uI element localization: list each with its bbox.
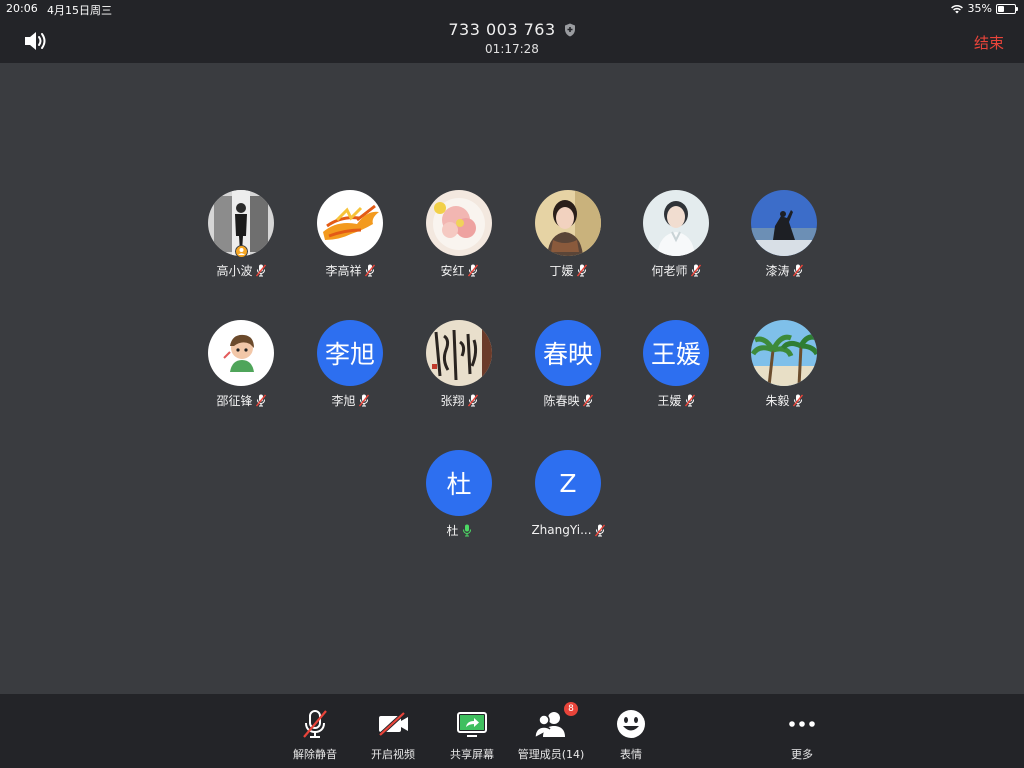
- more-button[interactable]: 更多: [757, 694, 847, 768]
- participant-tile[interactable]: 李高祥: [295, 190, 405, 290]
- mic-muted-icon: [792, 394, 803, 407]
- participant-name: 张翔: [440, 393, 465, 408]
- participant-tile[interactable]: 丁媛: [513, 190, 623, 290]
- share-screen-button[interactable]: 共享屏幕: [427, 694, 517, 768]
- participant-name-row: 安红: [404, 261, 514, 279]
- participant-tile[interactable]: 漆涛: [729, 190, 839, 290]
- reactions-button[interactable]: 表情: [586, 694, 676, 768]
- mic-on-icon: [462, 524, 471, 537]
- participant-name: 李旭: [331, 393, 356, 408]
- participant-name-row: 王媛: [621, 391, 731, 409]
- participant-name: 高小波: [216, 263, 253, 278]
- emoji-icon: [617, 710, 645, 738]
- participant-name: 安红: [440, 263, 465, 278]
- avatar-initial: 李旭: [324, 340, 375, 369]
- participant-avatar: [643, 190, 709, 256]
- participant-name-row: 丁媛: [513, 261, 623, 279]
- avatar-initial: 春映: [542, 340, 593, 369]
- participant-tile[interactable]: Z ZhangYi...: [513, 450, 623, 550]
- host-icon: [235, 245, 248, 258]
- participant-name-row: 张翔: [404, 391, 514, 409]
- mic-muted-icon: [467, 264, 478, 277]
- participant-name: 丁媛: [549, 263, 574, 278]
- members-badge: 8: [564, 702, 578, 716]
- participant-name: 邵征锋: [216, 393, 253, 408]
- participant-name: 陈春映: [543, 393, 580, 408]
- participant-avatar: 春映: [535, 320, 601, 386]
- share-screen-label: 共享屏幕: [450, 748, 494, 761]
- participant-name: 漆涛: [765, 263, 790, 278]
- participant-avatar: [751, 320, 817, 386]
- mic-muted-icon: [576, 264, 587, 277]
- start-video-label: 开启视频: [371, 748, 415, 761]
- start-video-button[interactable]: 开启视频: [348, 694, 438, 768]
- participant-name: 何老师: [651, 263, 688, 278]
- members-icon: [534, 712, 565, 738]
- participant-name-row: 高小波: [186, 261, 296, 279]
- participant-avatar: [208, 320, 274, 386]
- participant-avatar: [751, 190, 817, 256]
- participant-name-row: 漆涛: [729, 261, 839, 279]
- mic-muted-icon: [364, 264, 375, 277]
- participant-tile[interactable]: 杜杜: [404, 450, 514, 550]
- mic-muted-icon: [594, 524, 605, 537]
- bottom-toolbar: 解除静音 开启视频 共享屏幕 8 管理成员(14) 表情 更多: [0, 694, 1024, 768]
- mic-muted-icon: [358, 394, 369, 407]
- participant-avatar: [535, 190, 601, 256]
- participant-name-row: ZhangYi...: [513, 521, 623, 539]
- avatar-initial: Z: [559, 468, 577, 498]
- participant-name: 杜: [446, 523, 459, 538]
- participant-avatar: 李旭: [317, 320, 383, 386]
- unmute-label: 解除静音: [293, 748, 337, 761]
- participant-tile[interactable]: 安红: [404, 190, 514, 290]
- more-dots-icon: [789, 721, 815, 727]
- participant-avatar: [426, 320, 492, 386]
- participant-name-row: 陈春映: [513, 391, 623, 409]
- more-label: 更多: [791, 748, 813, 761]
- participant-avatar: [426, 190, 492, 256]
- participant-tile[interactable]: 王媛 王媛: [621, 320, 731, 420]
- participant-name: 李高祥: [325, 263, 362, 278]
- mic-muted-icon: [690, 264, 701, 277]
- participant-tile[interactable]: 朱毅: [729, 320, 839, 420]
- mic-muted-icon: [684, 394, 695, 407]
- avatar-initial: 王媛: [650, 340, 701, 369]
- participant-tile[interactable]: 春映 陈春映: [513, 320, 623, 420]
- participant-tile[interactable]: 张翔: [404, 320, 514, 420]
- avatar-initial: 杜: [446, 470, 472, 499]
- participant-name-row: 邵征锋: [186, 391, 296, 409]
- participant-tile[interactable]: 邵征锋: [186, 320, 296, 420]
- mic-muted-icon: [467, 394, 478, 407]
- mic-muted-icon: [582, 394, 593, 407]
- mic-muted-icon: [255, 264, 266, 277]
- share-screen-icon: [457, 712, 487, 737]
- unmute-button[interactable]: 解除静音: [270, 694, 360, 768]
- reactions-label: 表情: [620, 748, 642, 761]
- participant-tile[interactable]: 何老师: [621, 190, 731, 290]
- participant-name: ZhangYi...: [531, 523, 592, 537]
- participant-name-row: 李高祥: [295, 261, 405, 279]
- video-off-icon: [378, 711, 408, 737]
- participants-grid: 高小波 李高祥 安红 丁媛 何老师 漆涛 邵征锋 李旭 李旭 张翔 春映 陈春映 王媛 王媛 朱毅杜杜 Z Zh…: [0, 0, 1024, 768]
- mic-muted-icon: [792, 264, 803, 277]
- participant-tile[interactable]: 高小波: [186, 190, 296, 290]
- participant-name: 朱毅: [765, 393, 790, 408]
- participant-name-row: 李旭: [295, 391, 405, 409]
- mic-off-icon: [303, 710, 327, 738]
- participant-avatar: 王媛: [643, 320, 709, 386]
- manage-members-button[interactable]: 8 管理成员(14): [506, 694, 596, 768]
- participant-name-row: 何老师: [621, 261, 731, 279]
- mic-muted-icon: [255, 394, 266, 407]
- participant-name-row: 朱毅: [729, 391, 839, 409]
- participant-tile[interactable]: 李旭 李旭: [295, 320, 405, 420]
- participant-avatar: [317, 190, 383, 256]
- participant-name: 王媛: [657, 393, 682, 408]
- participant-name-row: 杜: [404, 521, 514, 539]
- manage-members-label: 管理成员(14): [517, 748, 585, 761]
- participant-avatar: 杜: [426, 450, 492, 516]
- participant-avatar: Z: [535, 450, 601, 516]
